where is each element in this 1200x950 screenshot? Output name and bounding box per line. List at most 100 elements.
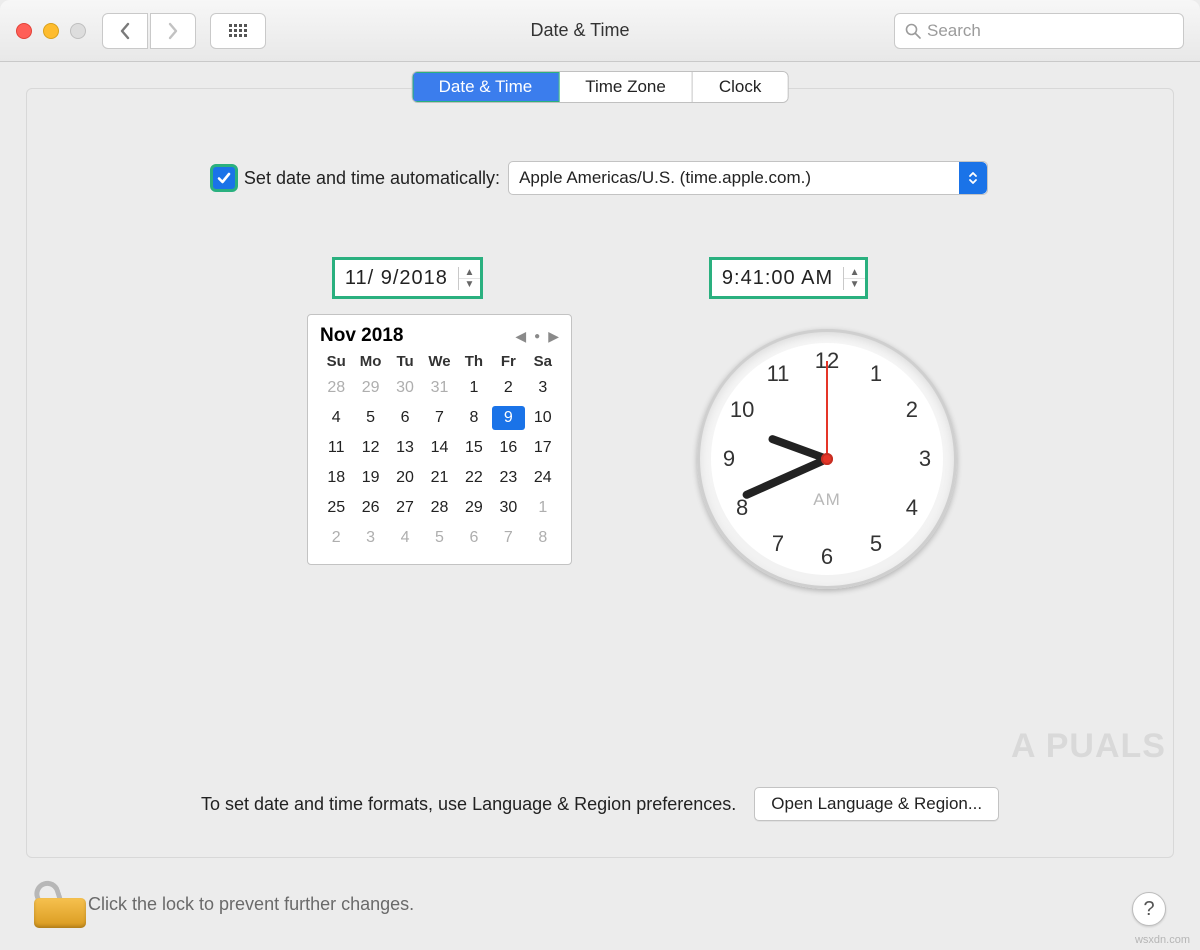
clock-number: 4 xyxy=(906,495,918,521)
clock-number: 11 xyxy=(767,361,790,387)
calendar-day[interactable]: 3 xyxy=(527,376,559,400)
calendar-day[interactable]: 30 xyxy=(389,376,421,400)
calendar-day[interactable]: 16 xyxy=(492,436,524,460)
calendar-day[interactable]: 30 xyxy=(492,496,524,520)
date-stepper[interactable]: ▲ ▼ xyxy=(458,267,480,290)
calendar-day[interactable]: 26 xyxy=(354,496,386,520)
calendar-nav: ◀ ● ▶ xyxy=(515,328,559,345)
calendar-day[interactable]: 10 xyxy=(527,406,559,430)
date-field[interactable]: 11/ 9/2018 ▲ ▼ xyxy=(334,259,481,297)
time-server-value: Apple Americas/U.S. (time.apple.com.) xyxy=(519,168,811,188)
tab-bar: Date & Time Time Zone Clock xyxy=(412,71,789,103)
calendar-day[interactable]: 4 xyxy=(389,526,421,550)
calendar-day[interactable]: 4 xyxy=(320,406,352,430)
search-icon xyxy=(905,23,921,39)
close-window-button[interactable] xyxy=(16,23,32,39)
calendar-day[interactable]: 17 xyxy=(527,436,559,460)
calendar-day[interactable]: 5 xyxy=(354,406,386,430)
calendar-today-icon[interactable]: ● xyxy=(534,331,540,342)
back-button[interactable] xyxy=(102,13,148,49)
calendar-dow: Tu xyxy=(389,353,421,370)
window-title: Date & Time xyxy=(266,20,894,41)
time-server-select[interactable]: Apple Americas/U.S. (time.apple.com.) xyxy=(508,161,988,195)
calendar-day[interactable]: 19 xyxy=(354,466,386,490)
calendar-day[interactable]: 28 xyxy=(423,496,455,520)
clock-ampm-label: AM xyxy=(813,490,841,510)
calendar-day[interactable]: 20 xyxy=(389,466,421,490)
calendar[interactable]: Nov 2018 ◀ ● ▶ SuMoTuWeThFrSa28293031123… xyxy=(307,314,572,565)
auto-set-label: Set date and time automatically: xyxy=(244,168,500,189)
calendar-day[interactable]: 2 xyxy=(320,526,352,550)
calendar-day[interactable]: 14 xyxy=(423,436,455,460)
calendar-day[interactable]: 2 xyxy=(492,376,524,400)
time-value: 9:41:00 AM xyxy=(712,267,843,290)
calendar-day[interactable]: 12 xyxy=(354,436,386,460)
time-stepper[interactable]: ▲ ▼ xyxy=(843,267,865,290)
tab-time-zone[interactable]: Time Zone xyxy=(559,72,693,102)
open-language-region-button[interactable]: Open Language & Region... xyxy=(754,787,999,821)
dropdown-caret xyxy=(959,162,987,194)
calendar-day[interactable]: 28 xyxy=(320,376,352,400)
calendar-day[interactable]: 8 xyxy=(527,526,559,550)
calendar-day[interactable]: 5 xyxy=(423,526,455,550)
analog-clock: 123456789101112 AM xyxy=(697,329,957,589)
stepper-down-icon[interactable]: ▼ xyxy=(844,279,865,290)
format-hint-text: To set date and time formats, use Langua… xyxy=(201,794,736,815)
forward-button[interactable] xyxy=(150,13,196,49)
calendar-day[interactable]: 7 xyxy=(423,406,455,430)
calendar-day[interactable]: 24 xyxy=(527,466,559,490)
calendar-dow: Su xyxy=(320,353,352,370)
stepper-up-icon[interactable]: ▲ xyxy=(844,267,865,279)
calendar-day[interactable]: 3 xyxy=(354,526,386,550)
time-field[interactable]: 9:41:00 AM ▲ ▼ xyxy=(711,259,866,297)
tab-clock[interactable]: Clock xyxy=(693,72,788,102)
lock-body-icon xyxy=(34,898,86,928)
format-hint-row: To set date and time formats, use Langua… xyxy=(27,787,1173,821)
calendar-day[interactable]: 11 xyxy=(320,436,352,460)
clock-number: 9 xyxy=(723,446,735,472)
calendar-day[interactable]: 23 xyxy=(492,466,524,490)
calendar-dow: Th xyxy=(458,353,490,370)
calendar-day[interactable]: 27 xyxy=(389,496,421,520)
calendar-dow: We xyxy=(423,353,455,370)
stepper-up-icon[interactable]: ▲ xyxy=(459,267,480,279)
calendar-day[interactable]: 6 xyxy=(389,406,421,430)
search-field[interactable]: Search xyxy=(894,13,1184,49)
chevron-right-icon xyxy=(167,22,179,40)
clock-number: 6 xyxy=(821,544,833,570)
show-all-button[interactable] xyxy=(210,13,266,49)
calendar-day[interactable]: 7 xyxy=(492,526,524,550)
calendar-day[interactable]: 29 xyxy=(458,496,490,520)
calendar-day[interactable]: 15 xyxy=(458,436,490,460)
calendar-day[interactable]: 1 xyxy=(458,376,490,400)
zoom-window-button[interactable] xyxy=(70,23,86,39)
minimize-window-button[interactable] xyxy=(43,23,59,39)
tab-date-time[interactable]: Date & Time xyxy=(413,72,560,102)
calendar-day[interactable]: 1 xyxy=(527,496,559,520)
grid-icon xyxy=(229,24,247,38)
calendar-dow: Fr xyxy=(492,353,524,370)
content-area: Date & Time Time Zone Clock Set date and… xyxy=(0,62,1200,858)
calendar-title: Nov 2018 xyxy=(320,325,403,347)
calendar-day[interactable]: 18 xyxy=(320,466,352,490)
calendar-day[interactable]: 31 xyxy=(423,376,455,400)
stepper-down-icon[interactable]: ▼ xyxy=(459,279,480,290)
auto-set-checkbox[interactable] xyxy=(212,166,236,190)
clock-number: 1 xyxy=(870,361,882,387)
calendar-day[interactable]: 8 xyxy=(458,406,490,430)
help-button[interactable]: ? xyxy=(1132,892,1166,926)
calendar-day[interactable]: 13 xyxy=(389,436,421,460)
auto-set-row: Set date and time automatically: Apple A… xyxy=(27,161,1173,195)
calendar-day[interactable]: 25 xyxy=(320,496,352,520)
calendar-prev-icon[interactable]: ◀ xyxy=(515,328,526,345)
calendar-day[interactable]: 21 xyxy=(423,466,455,490)
second-hand xyxy=(826,361,828,459)
calendar-day[interactable]: 22 xyxy=(458,466,490,490)
calendar-day[interactable]: 6 xyxy=(458,526,490,550)
calendar-next-icon[interactable]: ▶ xyxy=(548,328,559,345)
calendar-grid: SuMoTuWeThFrSa28293031123456789101112131… xyxy=(320,353,559,550)
clock-number: 10 xyxy=(730,397,754,423)
lock-button[interactable] xyxy=(34,880,72,928)
calendar-day[interactable]: 9 xyxy=(492,406,524,430)
calendar-day[interactable]: 29 xyxy=(354,376,386,400)
